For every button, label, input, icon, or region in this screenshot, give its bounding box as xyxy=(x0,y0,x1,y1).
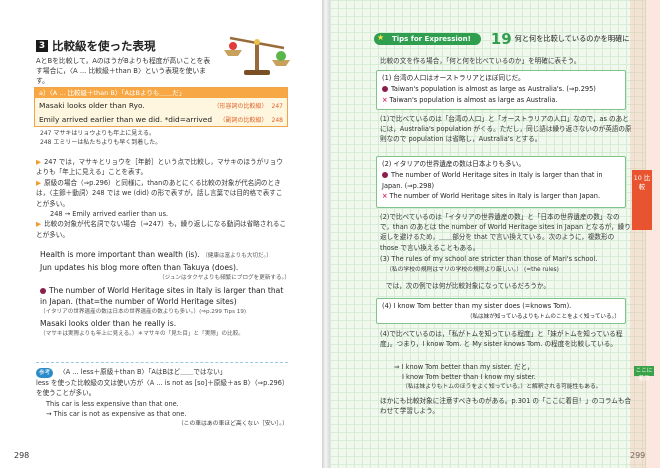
section-header: 3 比較級を使った表現 xyxy=(36,38,156,54)
focus-tab: ここに着目 xyxy=(634,366,654,382)
question-text: では，次の例では何が比較対象になっているだろうか。 xyxy=(386,282,550,290)
example-box-4: (4) I know Tom better than my sister doe… xyxy=(376,298,626,324)
example-box-1: (1) 台湾の人口はオーストラリアとほぼ同じだ。 Taiwan's popula… xyxy=(376,70,626,110)
bullet-icon xyxy=(40,287,46,294)
example-sentence: Masaki looks older than Ryo. （形容詞の比較級） 24… xyxy=(35,98,287,112)
balance-scale-illustration xyxy=(224,36,290,75)
example-box: a）〈A ... 比較級＋than B〉「AはBよりも＿＿だ」 Masaki l… xyxy=(34,87,288,127)
example-text: Masaki looks older than Ryo. xyxy=(39,100,145,110)
example-3-translation: （私の学校の規則はマリの学校の規則より厳しい。） (=the rules) xyxy=(386,267,559,273)
example-en: Jun updates his blog more often than Tak… xyxy=(40,263,239,273)
example-number: 247 xyxy=(271,102,283,110)
explanation-item: ▶ 比較の対象が代名詞でない場合（⇒247）も，繰り返しになる動詞は省略されること… xyxy=(36,220,287,239)
example-box-2: (2) イタリアの世界遺産の数は日本よりも多い。 The number of W… xyxy=(376,156,626,208)
explanation-list: ▶ 247 では，マサキとリョウを［年齢］という点で比較し，マサキのほうがリョウよ… xyxy=(36,157,288,240)
page-number: 298 xyxy=(14,451,30,460)
example-translations: 247 マサキはリョウよりも年上に見える。 248 エミリーは私たちよりも早く到… xyxy=(40,130,161,147)
left-page: 3 比較級を使った表現 AとBを比較して，AのほうがBよりも程度が高いことを表す… xyxy=(0,0,322,468)
book-gutter xyxy=(322,0,330,468)
tips-badge: ★ Tips for Expression! xyxy=(374,33,481,45)
example-category: （副詞の比較級） xyxy=(219,116,268,124)
tips-number: 19 xyxy=(490,30,512,48)
example-5: ⇒ I know Tom better than my sister. だと， … xyxy=(394,363,602,391)
example-number: 248 xyxy=(271,116,283,124)
example-3: (3) The rules of my school are stricter … xyxy=(380,255,598,263)
example-en: Health is more important than wealth (is… xyxy=(40,250,272,259)
additional-examples: Health is more important than wealth (is… xyxy=(40,250,290,338)
section-number: 3 xyxy=(36,40,48,52)
explanation-item: 248 → Emily arrived earlier than us. xyxy=(50,210,169,219)
bullet-icon xyxy=(382,85,388,92)
arrow-icon: ▶ xyxy=(36,178,42,187)
bullet-icon xyxy=(382,171,388,178)
section-title: 比較級を使った表現 xyxy=(52,39,156,53)
tips-intro: 比較の文を作る場合，「何と何を比べているのか」を明確に表そう。 xyxy=(380,57,581,65)
star-icon: ★ xyxy=(377,33,385,42)
section-intro: AとBを比較して，AのほうがBよりも程度が高いことを表す場合に，〈A ... 比… xyxy=(36,57,211,86)
chapter-tab: 10 比較 xyxy=(632,170,652,230)
reference-tag: 参考 xyxy=(36,368,54,379)
closing-note: ほかにも比較対象に注意すべきものがある。p.301 の「ここに着目！」のコラムも… xyxy=(380,397,632,416)
explanation-1: (1)で比べているのは「台湾の人口」と「オーストラリアの人口」なので，as のあ… xyxy=(380,115,632,144)
explanation-2: (2)で比べているのは「イタリアの世界遺産の数」と「日本の世界遺産の数」なので，… xyxy=(380,213,631,252)
right-page: ★ Tips for Expression! 19 何と何を比較しているのかを明確… xyxy=(330,0,660,468)
tips-title: 何と何を比較しているのかを明確に xyxy=(514,34,630,43)
example-en: The number of World Heritage sites in It… xyxy=(40,285,284,306)
translation-line: 247 マサキはリョウよりも年上に見える。 xyxy=(40,130,156,137)
example-sentence: Emily arrived earlier than we did. *did=… xyxy=(35,112,287,126)
wrong-mark-icon: × xyxy=(382,192,388,201)
example-box-header: a）〈A ... 比較級＋than B〉「AはBよりも＿＿だ」 xyxy=(35,88,287,98)
arrow-icon: ▶ xyxy=(36,158,42,166)
example-en: Masaki looks older than he really is. xyxy=(40,319,177,329)
translation-line: 248 エミリーは私たちよりも早く到着した。 xyxy=(40,138,162,146)
explanation-4: (4)で比べているのは，「私がトムを知っている程度」と「妹がトムを知っている程度… xyxy=(380,330,623,349)
book-spread: 3 比較級を使った表現 AとBを比較して，AのほうがBよりも程度が高いことを表す… xyxy=(0,0,660,468)
tips-header: ★ Tips for Expression! 19 何と何を比較しているのかを明確… xyxy=(374,30,629,48)
reference-note: 参考 〈A ... less＋原級＋than B〉「AはBほど＿＿ではない」 le… xyxy=(36,362,288,429)
arrow-icon: ▶ xyxy=(36,220,42,229)
example-category: （形容詞の比較級） xyxy=(213,102,268,110)
wrong-mark-icon: × xyxy=(382,95,388,104)
example-text: Emily arrived earlier than we did. *did=… xyxy=(39,114,213,124)
explanation-item: ▶ 247 では，マサキとリョウを［年齢］という点で比較し，マサキのほうがリョウよ… xyxy=(36,158,283,177)
explanation-item: ▶ 原級の場合（⇒p.296）と同様に，thanのあとにくる比較の対象が代名詞のと… xyxy=(36,178,283,208)
chapter-side-bar xyxy=(630,0,660,468)
